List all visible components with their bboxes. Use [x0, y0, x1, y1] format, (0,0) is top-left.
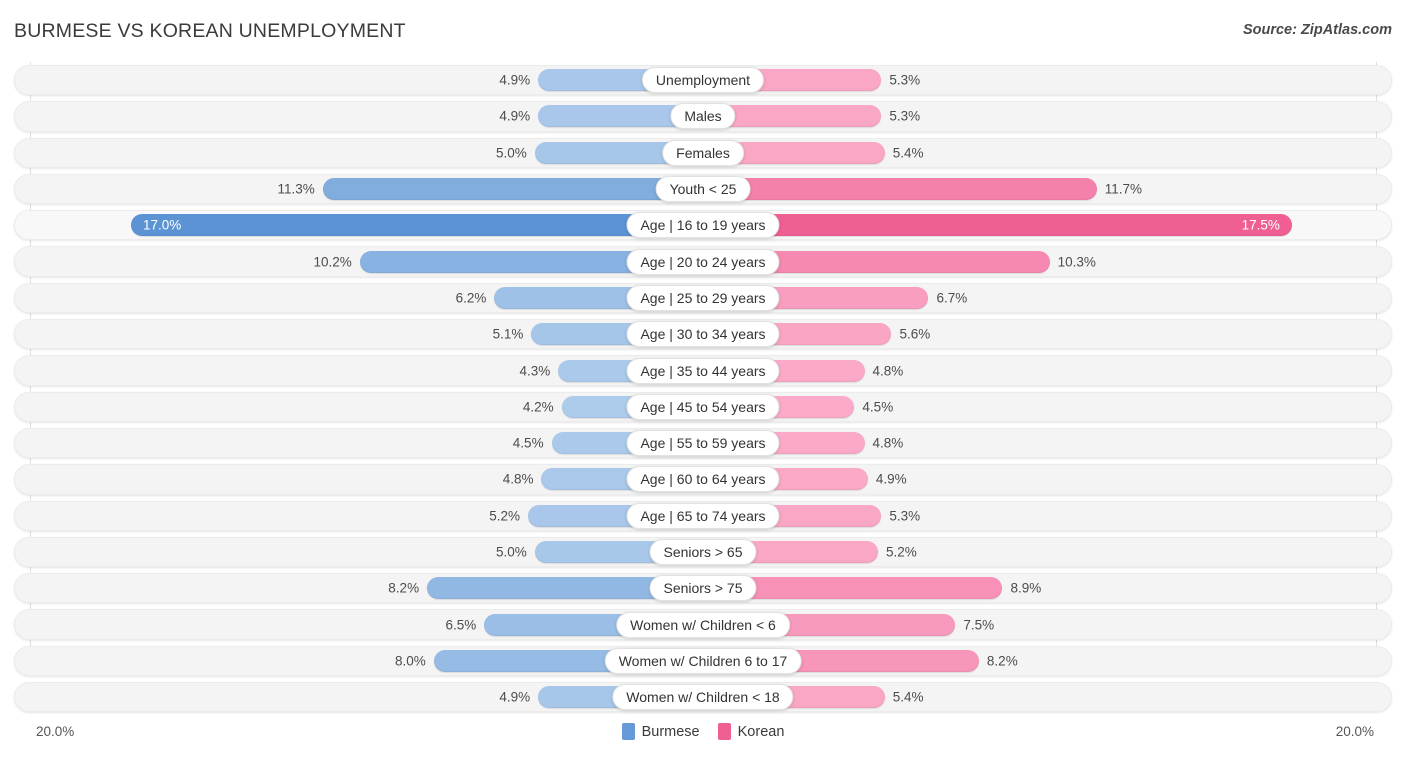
value-label-korean: 10.3% [1057, 254, 1096, 270]
row-category-label: Age | 25 to 29 years [626, 284, 780, 311]
value-label-burmese: 8.2% [388, 580, 420, 596]
row-category-label: Seniors > 75 [649, 575, 757, 602]
bar-korean [703, 214, 1292, 237]
chart-footer: 20.0% 20.0% Burmese Korean [0, 717, 1406, 757]
chart-row: 11.3% 11.7% Youth < 25 [0, 171, 1406, 207]
value-label-korean: 5.4% [892, 145, 924, 161]
chart-rows: 4.9% 5.3% Unemployment 4.9% 5.3% Males 5.0% 5.4… [0, 62, 1406, 715]
legend-label: Korean [737, 723, 785, 740]
legend-swatch-icon [621, 723, 635, 740]
chart-row: 5.0% 5.2% Seniors > 65 [0, 534, 1406, 570]
row-category-label: Seniors > 65 [649, 539, 757, 565]
value-label-burmese: 4.5% [512, 435, 544, 451]
legend-item[interactable]: Korean [717, 723, 785, 740]
value-label-korean: 5.6% [899, 326, 931, 342]
chart-legend: Burmese Korean [0, 723, 1406, 740]
row-category-label: Age | 35 to 44 years [626, 357, 780, 384]
value-label-korean: 4.9% [875, 471, 907, 487]
value-label-burmese: 5.0% [495, 145, 527, 161]
value-label-korean: 7.5% [963, 617, 995, 633]
chart-row: 17.0% 17.5% Age | 16 to 19 years [0, 207, 1406, 243]
row-category-label: Age | 65 to 74 years [626, 502, 780, 529]
row-category-label: Women w/ Children < 6 [616, 611, 790, 638]
value-label-korean: 4.5% [862, 399, 894, 415]
row-category-label: Unemployment [641, 67, 765, 94]
chart-row: 10.2% 10.3% Age | 20 to 24 years [0, 243, 1406, 279]
chart-row: 4.8% 4.9% Age | 60 to 64 years [0, 461, 1406, 497]
value-label-korean: 5.4% [892, 689, 924, 705]
chart-plot-area: 4.9% 5.3% Unemployment 4.9% 5.3% Males 5.0% 5.4… [0, 62, 1406, 717]
chart-row: 5.2% 5.3% Age | 65 to 74 years [0, 498, 1406, 534]
value-label-korean: 5.2% [885, 544, 917, 560]
value-label-burmese: 5.0% [495, 544, 527, 560]
row-category-label: Age | 20 to 24 years [626, 248, 780, 275]
value-label-korean: 6.7% [936, 290, 968, 306]
chart-row: 4.3% 4.8% Age | 35 to 44 years [0, 352, 1406, 388]
row-category-label: Women w/ Children 6 to 17 [604, 647, 802, 674]
legend-swatch-icon [717, 723, 731, 740]
row-category-label: Age | 55 to 59 years [626, 430, 780, 457]
value-label-burmese: 6.5% [445, 617, 477, 633]
value-label-korean: 8.9% [1010, 580, 1042, 596]
chart-row: 6.5% 7.5% Women w/ Children < 6 [0, 606, 1406, 642]
chart-header: BURMESE VS KOREAN UNEMPLOYMENT Source: Z… [0, 0, 1406, 62]
chart-row: 6.2% 6.7% Age | 25 to 29 years [0, 280, 1406, 316]
value-label-korean: 5.3% [889, 108, 921, 124]
chart-row: 8.0% 8.2% Women w/ Children 6 to 17 [0, 643, 1406, 679]
bar-burmese [322, 178, 703, 201]
chart-row: 4.2% 4.5% Age | 45 to 54 years [0, 389, 1406, 425]
row-category-label: Age | 60 to 64 years [626, 466, 780, 493]
value-label-korean: 8.2% [986, 653, 1018, 669]
value-label-korean: 4.8% [872, 363, 904, 379]
row-category-label: Age | 45 to 54 years [626, 393, 780, 420]
value-label-burmese: 11.3% [277, 181, 315, 197]
value-label-burmese: 5.1% [492, 326, 524, 342]
chart-row: 5.0% 5.4% Females [0, 135, 1406, 171]
bar-burmese [130, 214, 703, 237]
page-title: BURMESE VS KOREAN UNEMPLOYMENT [14, 20, 406, 42]
value-label-korean: 4.8% [872, 435, 904, 451]
row-category-label: Women w/ Children < 18 [612, 684, 794, 711]
chart-row: 4.5% 4.8% Age | 55 to 59 years [0, 425, 1406, 461]
value-label-burmese: 8.0% [395, 653, 426, 669]
value-label-burmese: 4.2% [522, 399, 554, 415]
value-label-korean: 5.3% [889, 508, 921, 524]
bar-korean [703, 178, 1097, 201]
row-category-label: Females [662, 139, 744, 166]
source-attribution: Source: ZipAtlas.com [1242, 22, 1392, 38]
chart-row: 4.9% 5.3% Unemployment [0, 62, 1406, 98]
value-label-burmese: 4.8% [502, 471, 534, 487]
value-label-korean: 17.5% [1241, 217, 1280, 233]
chart-row: 4.9% 5.3% Males [0, 98, 1406, 134]
value-label-burmese: 4.9% [499, 689, 531, 705]
value-label-burmese: 4.9% [499, 72, 531, 88]
chart-row: 5.1% 5.6% Age | 30 to 34 years [0, 316, 1406, 352]
row-category-label: Age | 30 to 34 years [626, 321, 780, 348]
row-category-label: Age | 16 to 19 years [626, 212, 780, 239]
value-label-burmese: 10.2% [313, 254, 352, 270]
value-label-burmese: 17.0% [142, 217, 182, 233]
legend-item[interactable]: Burmese [621, 723, 700, 740]
value-label-korean: 5.3% [889, 72, 921, 88]
value-label-burmese: 5.2% [489, 508, 521, 524]
chart-row: 4.9% 5.4% Women w/ Children < 18 [0, 679, 1406, 715]
value-label-korean: 11.7% [1104, 181, 1142, 197]
value-label-burmese: 4.3% [519, 363, 551, 379]
value-label-burmese: 6.2% [455, 290, 487, 306]
row-category-label: Males [670, 103, 736, 130]
value-label-burmese: 4.9% [499, 108, 531, 124]
row-category-label: Youth < 25 [655, 176, 751, 203]
legend-label: Burmese [641, 723, 700, 740]
chart-row: 8.2% 8.9% Seniors > 75 [0, 570, 1406, 606]
chart-page: BURMESE VS KOREAN UNEMPLOYMENT Source: Z… [0, 0, 1406, 757]
